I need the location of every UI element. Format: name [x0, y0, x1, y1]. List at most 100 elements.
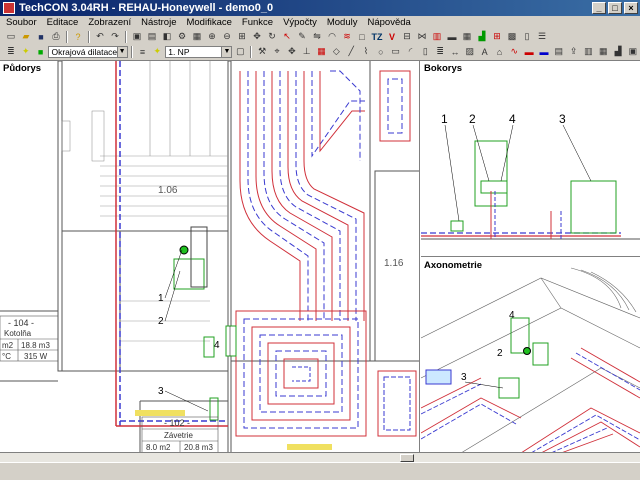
layer-manager-icon[interactable]: ≣: [4, 45, 18, 58]
line-icon[interactable]: ╱: [344, 45, 358, 58]
supply-icon[interactable]: ▬: [522, 45, 536, 58]
rectangle-icon[interactable]: □: [355, 30, 369, 43]
polyline-icon[interactable]: ⌇: [359, 45, 373, 58]
save-icon[interactable]: ■: [34, 30, 48, 43]
close-button[interactable]: ×: [624, 2, 638, 14]
toolbar-separator: [250, 45, 253, 58]
ortho-icon[interactable]: ⊥: [300, 45, 314, 58]
floorplan-pane[interactable]: Půdorys 1 2 3 4 1.06 1.16 - 104 - Kotolň…: [0, 61, 420, 453]
redo-icon[interactable]: ↷: [108, 30, 122, 43]
side-view-pane[interactable]: Bokorys 1 2 4 3: [421, 61, 640, 257]
snap-icon[interactable]: ⌖: [270, 45, 284, 58]
floor-props-icon[interactable]: ▢: [233, 45, 247, 58]
floor-heating-icon[interactable]: ⊞: [490, 30, 504, 43]
list-icon[interactable]: ☰: [535, 30, 549, 43]
tools-icon[interactable]: ⚒: [255, 45, 269, 58]
menu-moduly[interactable]: Moduly: [327, 17, 358, 28]
settings-icon[interactable]: ⚙: [175, 30, 189, 43]
grid-icon[interactable]: ▩: [505, 30, 519, 43]
dimension-icon[interactable]: ↔: [448, 45, 462, 58]
calc-icon[interactable]: ▦: [596, 45, 610, 58]
axonometric-drawing[interactable]: 2 3 4: [421, 258, 640, 453]
zoom-all-icon[interactable]: ⊞: [235, 30, 249, 43]
callout-1: 1: [158, 293, 164, 304]
floorplan-title: Půdorys: [3, 63, 42, 74]
print-icon[interactable]: ⎙: [49, 30, 63, 43]
rotate-icon[interactable]: ↻: [265, 30, 279, 43]
zoom-in-icon[interactable]: ⊕: [205, 30, 219, 43]
export-icon[interactable]: ⇪: [567, 45, 581, 58]
view-icon[interactable]: ▣: [626, 45, 640, 58]
hatch-icon[interactable]: ▨: [463, 45, 477, 58]
color-swatch-icon[interactable]: ■: [34, 45, 48, 58]
report-icon[interactable]: ▥: [582, 45, 596, 58]
pipe-icon[interactable]: ≋: [340, 30, 354, 43]
manifold-icon[interactable]: ▬: [445, 30, 459, 43]
column-icon[interactable]: ▯: [520, 30, 534, 43]
room-102-label: - 102 -: [164, 418, 190, 428]
loop-icon[interactable]: ∿: [507, 45, 521, 58]
menu-vypocty[interactable]: Výpočty: [283, 17, 317, 28]
heater-icon[interactable]: ▥: [430, 30, 444, 43]
window-element-icon[interactable]: ▯: [418, 45, 432, 58]
layer-select-value: Okrajová dilatace: [51, 46, 118, 57]
horizontal-scrollbar[interactable]: [0, 452, 640, 462]
move-icon[interactable]: ✥: [285, 45, 299, 58]
level-icon[interactable]: ≡: [136, 45, 150, 58]
legend-icon[interactable]: ▤: [552, 45, 566, 58]
floorplan-drawing[interactable]: 1 2 3 4 1.06 1.16 - 104 - Kotolňa m2 18.…: [0, 61, 420, 453]
return-icon[interactable]: ▬: [537, 45, 551, 58]
node-icon[interactable]: ◇: [329, 45, 343, 58]
diagram-icon[interactable]: ▟: [611, 45, 625, 58]
undo-icon[interactable]: ↶: [93, 30, 107, 43]
table-icon[interactable]: ▦: [460, 30, 474, 43]
axonometric-pane[interactable]: Axonometrie 2 3 4: [421, 258, 640, 453]
axonometric-title: Axonometrie: [424, 260, 483, 271]
side-view-title: Bokorys: [424, 63, 463, 74]
menu-soubor[interactable]: Soubor: [6, 17, 37, 28]
floor-select[interactable]: 1. NP ▼: [165, 45, 233, 58]
block-icon[interactable]: ▦: [190, 30, 204, 43]
circle-icon[interactable]: ○: [374, 45, 388, 58]
menu-zobrazeni[interactable]: Zobrazení: [88, 17, 131, 28]
layers-icon[interactable]: ▤: [145, 30, 159, 43]
radiator-icon[interactable]: ⊟: [400, 30, 414, 43]
help-icon[interactable]: ?: [71, 30, 85, 43]
window-icon[interactable]: ▣: [130, 30, 144, 43]
arc-icon[interactable]: ◠: [325, 30, 339, 43]
text-tz-icon[interactable]: TZ: [370, 30, 384, 43]
valve-icon[interactable]: ⋈: [415, 30, 429, 43]
pan-icon[interactable]: ✥: [250, 30, 264, 43]
menu-editace[interactable]: Editace: [47, 17, 79, 28]
wall-icon[interactable]: ▭: [389, 45, 403, 58]
menu-nastroje[interactable]: Nástroje: [141, 17, 176, 28]
menu-funkce[interactable]: Funkce: [242, 17, 273, 28]
side-view-drawing[interactable]: 1 2 4 3: [421, 61, 640, 257]
room-icon[interactable]: ⌂: [493, 45, 507, 58]
text-icon[interactable]: A: [478, 45, 492, 58]
side-callout-3: 3: [559, 112, 566, 126]
grid-snap-icon[interactable]: ▦: [315, 45, 329, 58]
scrollbar-thumb[interactable]: [400, 454, 414, 462]
maximize-button[interactable]: □: [608, 2, 622, 14]
stairs-icon[interactable]: ≣: [433, 45, 447, 58]
room-label-106: 1.06: [158, 185, 178, 196]
mirror-icon[interactable]: ⇋: [310, 30, 324, 43]
chart-icon[interactable]: ▟: [475, 30, 489, 43]
title-bar: TechCON 3.04RH - REHAU-Honeywell - demo0…: [0, 0, 640, 16]
menu-modifikace[interactable]: Modifikace: [186, 17, 231, 28]
zoom-out-icon[interactable]: ⊖: [220, 30, 234, 43]
text-v-icon[interactable]: V: [385, 30, 399, 43]
properties-icon[interactable]: ◧: [160, 30, 174, 43]
open-folder-icon[interactable]: ▰: [19, 30, 33, 43]
floor-bulb-icon[interactable]: ✦: [150, 45, 164, 58]
minimize-button[interactable]: _: [592, 2, 606, 14]
cursor-icon[interactable]: ↖: [280, 30, 294, 43]
draw-icon[interactable]: ✎: [295, 30, 309, 43]
menu-napoveda[interactable]: Nápověda: [367, 17, 410, 28]
layer-select[interactable]: Okrajová dilatace ▼: [48, 45, 128, 58]
door-icon[interactable]: ◜: [404, 45, 418, 58]
bulb-icon[interactable]: ✦: [19, 45, 33, 58]
new-file-icon[interactable]: ▭: [4, 30, 18, 43]
axo-callout-3: 3: [461, 372, 467, 383]
